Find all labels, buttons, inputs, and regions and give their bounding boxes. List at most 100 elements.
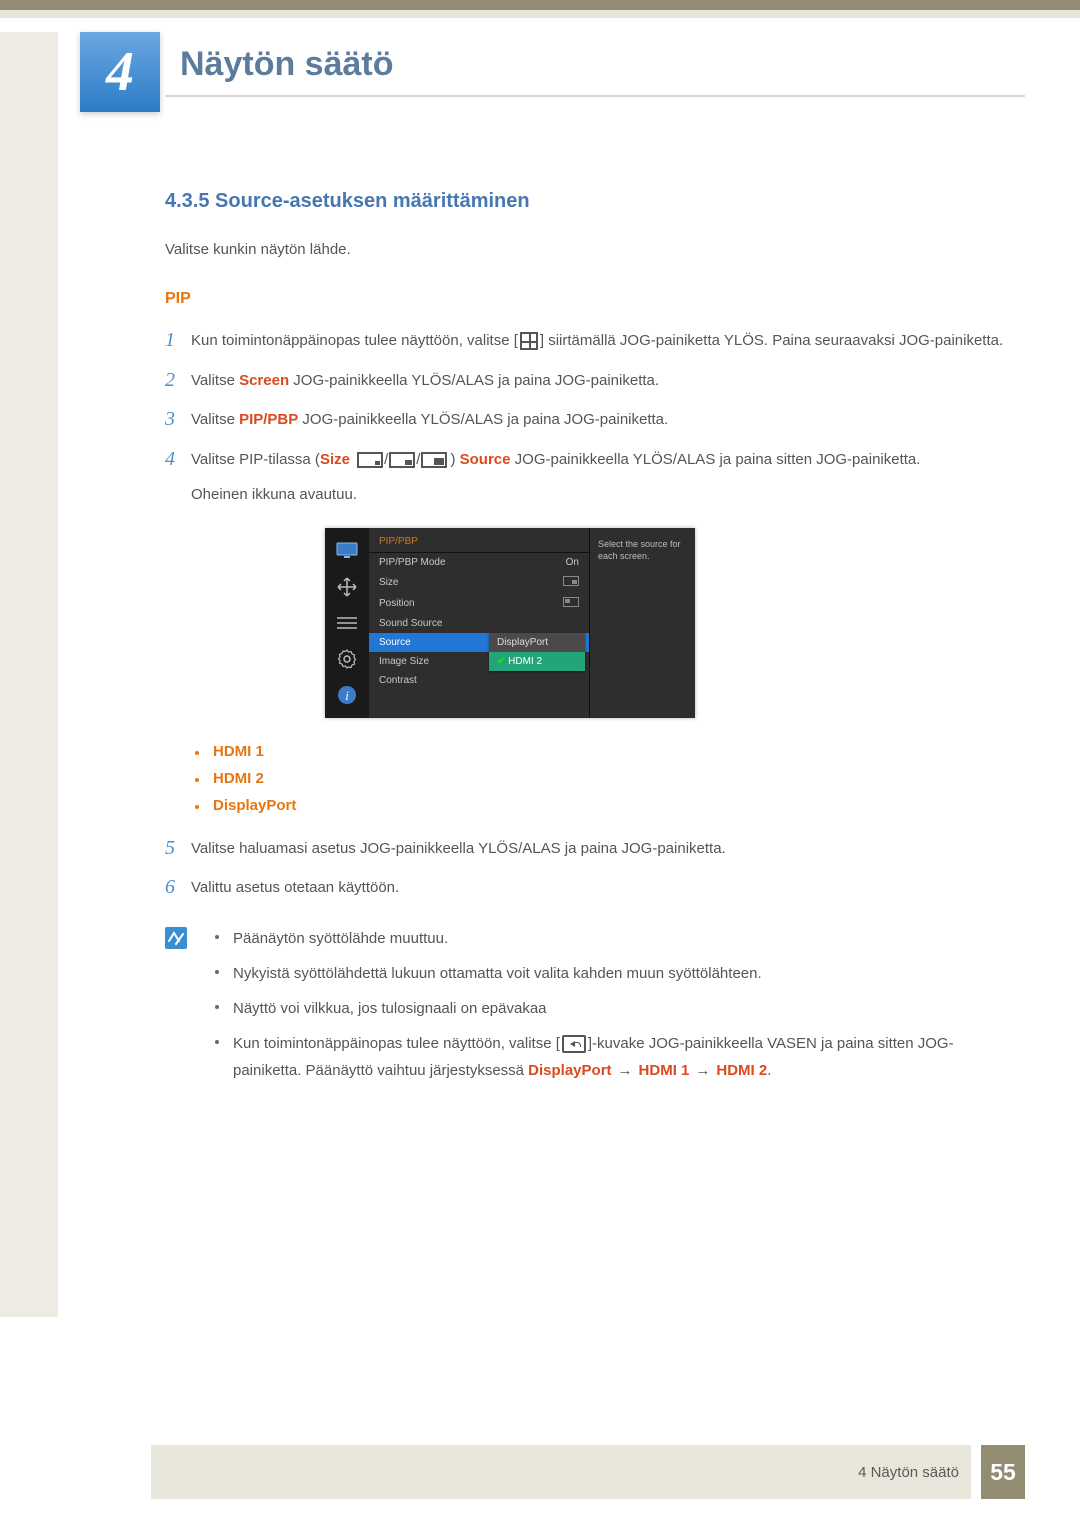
osd-position-value: [563, 597, 579, 610]
osd-mode-value: On: [566, 557, 579, 568]
seq-hdmi1: HDMI 1: [639, 1062, 690, 1079]
step4-text-c: JOG-painikkeella YLÖS/ALAS ja paina sitt…: [511, 451, 921, 468]
osd-row-soundsource: Sound Source: [369, 614, 589, 633]
osd-panel: i PIP/PBP PIP/PBP Mode On Size Position …: [325, 528, 695, 718]
osd-mode-label: PIP/PBP Mode: [379, 557, 566, 568]
top-stripe-inner: [0, 10, 1080, 18]
osd-row-mode: PIP/PBP Mode On: [369, 553, 589, 572]
step3-text-b: JOG-painikkeella YLÖS/ALAS ja paina JOG-…: [298, 411, 668, 428]
size-icon-group: //: [356, 447, 448, 473]
osd-soundsource-label: Sound Source: [379, 618, 579, 629]
step-1: 1 Kun toimintonäppäinopas tulee näyttöön…: [165, 328, 1010, 354]
osd-sidebar: i: [325, 528, 369, 718]
back-icon: [562, 1035, 586, 1053]
source-option-displayport: DisplayPort: [191, 797, 1010, 814]
size-keyword: Size: [320, 451, 350, 468]
chapter-number-box: 4: [80, 32, 160, 112]
seq-displayport: DisplayPort: [528, 1062, 611, 1079]
osd-row-imagesize: Image Size: [369, 652, 589, 671]
seq-hdmi2: HDMI 2: [716, 1062, 767, 1079]
screen-keyword: Screen: [239, 372, 289, 389]
pip-heading: PIP: [165, 290, 1010, 308]
footer: 4 Näytön säätö 55: [0, 1445, 1080, 1499]
source-option-hdmi2: HDMI 2: [191, 770, 1010, 787]
step-5: 5 Valitse haluamasi asetus JOG-painikkee…: [165, 836, 1010, 862]
step1-text-b: ] siirtämällä JOG-painiketta YLÖS. Paina…: [540, 332, 1003, 349]
footer-bar: 4 Näytön säätö: [151, 1445, 971, 1499]
svg-text:i: i: [345, 688, 349, 703]
step-4: 4 Valitse PIP-tilassa (Size // ) Source …: [165, 447, 1010, 508]
step3-text-a: Valitse: [191, 411, 239, 428]
step-body: Valittu asetus otetaan käyttöön.: [191, 875, 1010, 901]
content-area: 4.3.5 Source-asetuksen määrittäminen Val…: [165, 190, 1010, 1092]
step-3: 3 Valitse PIP/PBP JOG-painikkeella YLÖS/…: [165, 407, 1010, 433]
footer-text: 4 Näytön säätö: [858, 1464, 959, 1481]
osd-main: PIP/PBP PIP/PBP Mode On Size Position So…: [369, 528, 589, 718]
list-icon: [334, 610, 360, 636]
osd-contrast-label: Contrast: [379, 675, 579, 686]
step-number: 4: [165, 447, 191, 508]
note-icon: [165, 927, 195, 1092]
step-number: 2: [165, 368, 191, 394]
note4-dot: .: [767, 1062, 771, 1079]
step-body: Valitse PIP-tilassa (Size // ) Source JO…: [191, 447, 1010, 508]
note-1: Päänäytön syöttölähde muuttuu.: [209, 925, 1010, 952]
chapter-underline: [165, 95, 1025, 97]
step-number: 6: [165, 875, 191, 901]
step-number: 5: [165, 836, 191, 862]
osd-row-position: Position: [369, 593, 589, 614]
note-2: Nykyistä syöttölähdettä lukuun ottamatta…: [209, 960, 1010, 987]
note-4: Kun toimintonäppäinopas tulee näyttöön, …: [209, 1030, 1010, 1084]
step-number: 1: [165, 328, 191, 354]
step4-text-b: ): [450, 451, 459, 468]
step2-text-b: JOG-painikkeella YLÖS/ALAS ja paina JOG-…: [289, 372, 659, 389]
note4-text-a: Kun toimintonäppäinopas tulee näyttöön, …: [233, 1035, 560, 1052]
info-icon: i: [334, 682, 360, 708]
osd-row-contrast: Contrast: [369, 671, 589, 690]
step-list: 1 Kun toimintonäppäinopas tulee näyttöön…: [165, 328, 1010, 508]
osd-dropdown-displayport: DisplayPort: [489, 633, 585, 652]
step-number: 3: [165, 407, 191, 433]
source-option-hdmi1: HDMI 1: [191, 743, 1010, 760]
step-body: Valitse PIP/PBP JOG-painikkeella YLÖS/AL…: [191, 407, 1010, 433]
step4-text-a: Valitse PIP-tilassa (: [191, 451, 320, 468]
step-list-cont: 5 Valitse haluamasi asetus JOG-painikkee…: [165, 836, 1010, 901]
top-stripe: [0, 0, 1080, 10]
arrows-icon: [334, 574, 360, 600]
osd-help-text: Select the source for each screen.: [598, 539, 681, 562]
size-icon-3: [421, 452, 447, 468]
arrow-icon: →: [612, 1062, 639, 1079]
pippbp-keyword: PIP/PBP: [239, 411, 298, 428]
footer-page-number: 55: [981, 1445, 1025, 1499]
step-body: Valitse Screen JOG-painikkeella YLÖS/ALA…: [191, 368, 1010, 394]
osd-size-value: [563, 576, 579, 589]
monitor-icon: [334, 538, 360, 564]
step1-text-a: Kun toimintonäppäinopas tulee näyttöön, …: [191, 332, 518, 349]
section-heading: 4.3.5 Source-asetuksen määrittäminen: [165, 190, 1010, 213]
left-margin-bar: [0, 32, 58, 1317]
source-keyword: Source: [460, 451, 511, 468]
gear-icon: [334, 646, 360, 672]
osd-help-panel: Select the source for each screen.: [589, 528, 695, 718]
note-block: Päänäytön syöttölähde muuttuu. Nykyistä …: [165, 925, 1010, 1092]
source-option-list: HDMI 1 HDMI 2 DisplayPort: [191, 743, 1010, 814]
osd-screenshot: i PIP/PBP PIP/PBP Mode On Size Position …: [325, 528, 1010, 718]
osd-title: PIP/PBP: [369, 534, 589, 553]
step-2: 2 Valitse Screen JOG-painikkeella YLÖS/A…: [165, 368, 1010, 394]
step-body: Valitse haluamasi asetus JOG-painikkeell…: [191, 836, 1010, 862]
arrow-icon: →: [689, 1062, 716, 1079]
osd-imagesize-label: Image Size: [379, 656, 579, 667]
grid-icon: [520, 332, 538, 350]
note-list: Päänäytön syöttölähde muuttuu. Nykyistä …: [209, 925, 1010, 1092]
note-3: Näyttö voi vilkkua, jos tulosignaali on …: [209, 995, 1010, 1022]
osd-row-size: Size: [369, 572, 589, 593]
chapter-title: Näytön säätö: [180, 45, 394, 84]
step-body: Kun toimintonäppäinopas tulee näyttöön, …: [191, 328, 1010, 354]
step-6: 6 Valittu asetus otetaan käyttöön.: [165, 875, 1010, 901]
chapter-number: 4: [106, 40, 134, 104]
osd-position-label: Position: [379, 598, 563, 609]
osd-row-source: Source DisplayPort HDMI 2: [369, 633, 589, 652]
section-intro: Valitse kunkin näytön lähde.: [165, 241, 1010, 258]
size-icon-1: [357, 452, 383, 468]
step2-text-a: Valitse: [191, 372, 239, 389]
